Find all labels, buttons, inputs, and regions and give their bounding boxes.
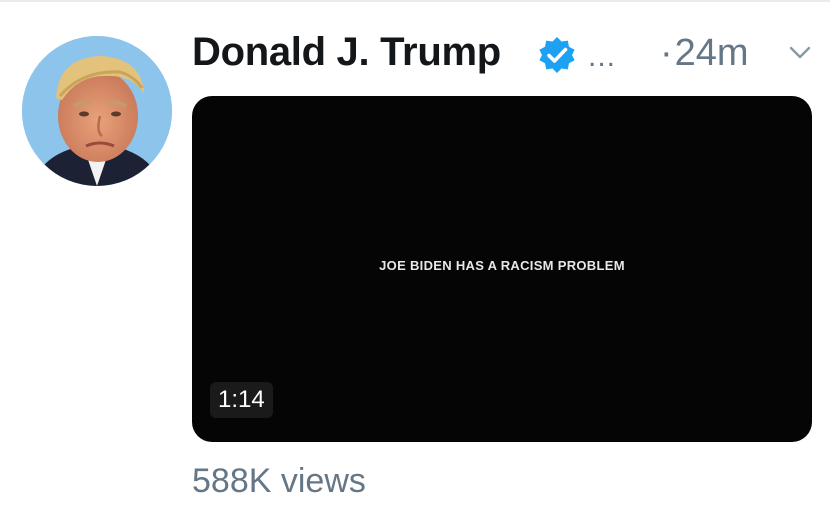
video-player[interactable]: JOE BIDEN HAS A RACISM PROBLEM 1:14 <box>192 96 812 442</box>
top-divider <box>0 0 830 2</box>
video-caption-text: JOE BIDEN HAS A RACISM PROBLEM <box>379 258 625 273</box>
truncated-handle-ellipsis: ... <box>588 40 617 73</box>
timestamp-value: 24m <box>674 32 749 74</box>
display-name[interactable]: Donald J. Trump <box>192 30 501 75</box>
avatar[interactable] <box>22 36 172 186</box>
chevron-down-icon[interactable] <box>788 42 812 64</box>
timestamp[interactable]: ·24m <box>660 32 749 75</box>
view-count: 588K views <box>192 462 366 500</box>
avatar-image <box>22 36 172 186</box>
separator-dot: · <box>660 32 673 74</box>
tweet-header: Donald J. Trump ... ·24m <box>192 22 812 86</box>
video-duration-badge: 1:14 <box>210 382 273 418</box>
verified-badge-icon <box>539 37 575 73</box>
